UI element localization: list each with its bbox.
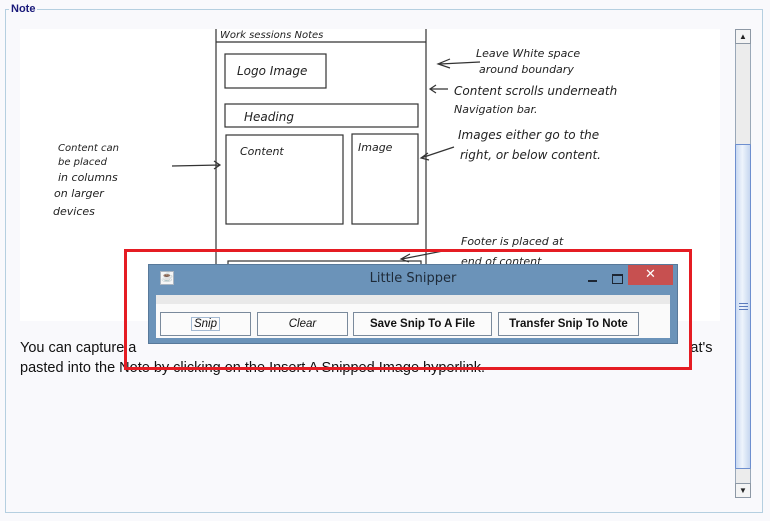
- arrow-scroll: [428, 84, 448, 94]
- sketch-nav-text: Work sessions Notes: [220, 30, 323, 41]
- sketch-note-scroll-1: Content scrolls underneath: [454, 84, 617, 98]
- arrow-down-icon: ▼: [739, 485, 747, 495]
- snip-button[interactable]: Snip: [160, 312, 251, 336]
- sketch-note-footer-1: Footer is placed at: [461, 235, 564, 248]
- close-icon: ✕: [645, 267, 656, 282]
- sketch-note-scroll-2: Navigation bar.: [454, 103, 538, 116]
- sketch-note-columns-5: devices: [53, 205, 95, 218]
- arrow-whitespace: [436, 58, 481, 69]
- minimize-button[interactable]: [582, 269, 602, 287]
- minimize-icon: [587, 280, 597, 282]
- menu-strip: [156, 295, 670, 304]
- window-client-area: Snip Clear Save Snip To A File Transfer …: [156, 295, 670, 338]
- sketch-content-text: Content: [240, 145, 284, 158]
- sketch-heading-text: Heading: [244, 110, 294, 124]
- close-button[interactable]: ✕: [628, 265, 673, 285]
- scroll-down-button[interactable]: ▼: [735, 483, 751, 498]
- sketch-note-whitespace-2: around boundary: [479, 63, 574, 76]
- little-snipper-window: ☕ Little Snipper ✕ Snip Clear Save Snip …: [148, 264, 678, 344]
- arrow-columns: [171, 160, 222, 170]
- sketch-note-columns-1: Content can: [58, 143, 119, 154]
- note-line-2: pasted into the Note by clicking on the …: [20, 360, 486, 376]
- title-bar[interactable]: ☕ Little Snipper ✕: [149, 265, 677, 295]
- save-snip-button[interactable]: Save Snip To A File: [353, 312, 492, 336]
- sketch-note-columns-4: on larger: [54, 187, 105, 200]
- clear-button[interactable]: Clear: [257, 312, 348, 336]
- note-legend: Note: [9, 3, 38, 15]
- sketch-image-text: Image: [358, 141, 393, 154]
- sketch-logo-text: Logo Image: [237, 64, 307, 78]
- snip-button-label: Snip: [190, 317, 221, 331]
- sketch-note-images-2: right, or below content.: [460, 148, 601, 162]
- maximize-button[interactable]: [607, 270, 627, 288]
- arrow-footer: [399, 249, 449, 263]
- maximize-icon: [611, 274, 623, 284]
- scroll-up-button[interactable]: ▲: [735, 29, 751, 44]
- transfer-snip-button[interactable]: Transfer Snip To Note: [498, 312, 639, 336]
- arrow-up-icon: ▲: [739, 31, 747, 41]
- sketch-note-columns-2: be placed: [58, 157, 108, 168]
- scroll-thumb[interactable]: [735, 144, 751, 469]
- grip-icon: [738, 303, 748, 310]
- sketch-note-whitespace-1: Leave White space: [476, 47, 580, 60]
- sketch-note-images-1: Images either go to the: [458, 128, 599, 142]
- sketch-note-columns-3: in columns: [58, 171, 118, 184]
- note-body-text: You can capture a at's pasted into the No…: [20, 338, 720, 378]
- vertical-scrollbar[interactable]: ▲ ▼: [735, 29, 751, 498]
